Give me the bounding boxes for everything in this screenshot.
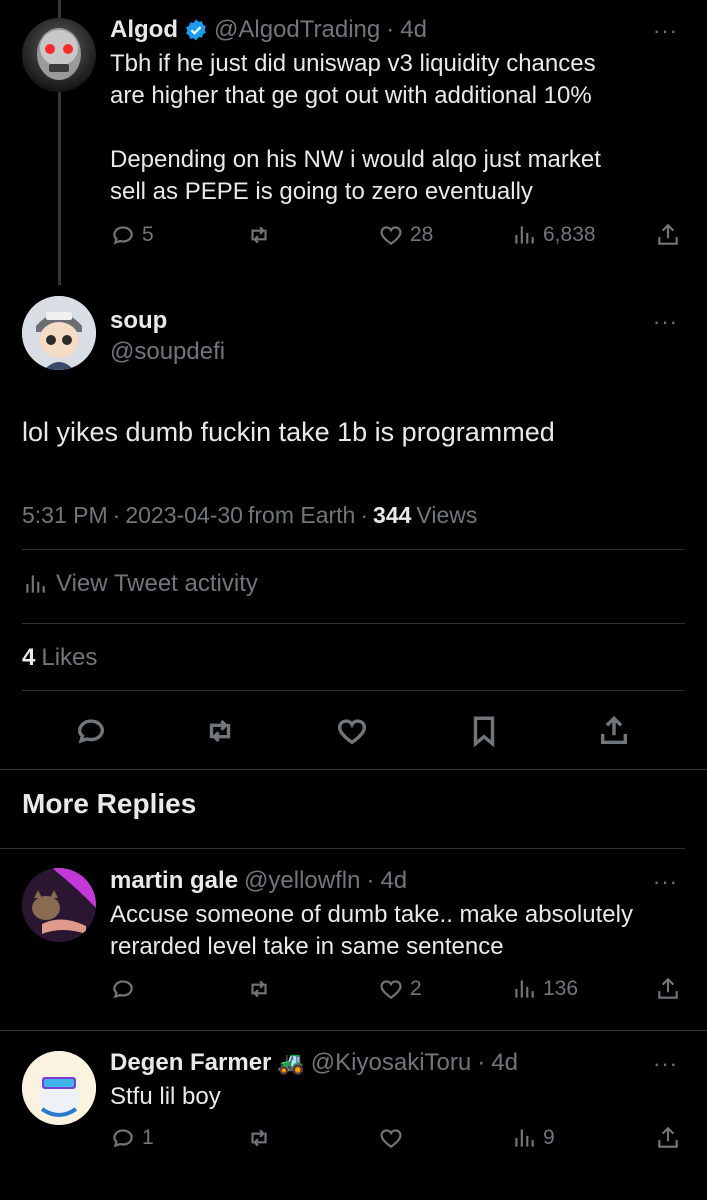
likes-count: 4 [22,644,36,671]
avatar[interactable] [22,296,96,370]
share-button[interactable] [597,714,631,753]
main-tweet-text: lol yikes dumb fuckin take 1b is program… [22,417,555,447]
share-button[interactable] [655,222,681,248]
share-icon [600,715,628,745]
like-button[interactable] [378,1125,410,1151]
bookmark-button[interactable] [467,714,501,753]
share-button[interactable] [655,976,681,1002]
retweet-button[interactable] [246,1125,272,1151]
separator-dot: · [386,16,395,43]
author-name[interactable]: martin gale [110,867,238,895]
tweet-time[interactable]: 4d [491,1049,518,1077]
retweet-icon [251,226,267,244]
views-count: 136 [543,977,579,1000]
reply-button[interactable] [110,976,142,1002]
analytics-icon [515,980,534,998]
divider [22,623,685,624]
avatar[interactable] [22,868,96,942]
reply-text: Stfu lil boy [110,1083,221,1110]
author-name[interactable]: Algod [110,16,178,44]
views-button[interactable]: 9 [511,1125,555,1151]
tweet-text: Tbh if he just did uniswap v3 liquidity … [110,50,601,205]
analytics-icon [515,1129,534,1147]
tweet-source: from Earth [247,502,356,528]
reply-text: Accuse someone of dumb take.. make absol… [110,901,633,960]
cat-avatar-icon [22,868,96,942]
author-handle[interactable]: @yellowfln [244,867,360,895]
more-options-icon[interactable]: ··· [653,1053,678,1075]
more-replies-heading: More Replies [22,788,197,819]
reply-button[interactable]: 1 [110,1125,154,1151]
analytics-icon [26,575,45,593]
like-button[interactable] [335,714,369,753]
separator-dot: · [112,502,121,528]
like-count: 28 [410,223,434,246]
share-icon [658,223,678,245]
reply-icon [113,1129,133,1148]
share-icon [658,977,678,999]
divider [0,1030,707,1031]
reply-icon [113,226,133,245]
tweet-date[interactable]: 2023-04-30 [125,502,243,529]
divider [22,690,685,691]
share-button[interactable] [655,1125,681,1151]
views-button[interactable]: 6,838 [511,222,596,248]
views-label: Views [416,502,478,528]
author-name[interactable]: soup [110,307,167,335]
separator-dot: · [477,1049,486,1076]
share-icon [658,1126,678,1148]
analytics-icon [515,226,534,244]
views-count: 6,838 [543,223,596,246]
retweet-button[interactable] [246,976,272,1002]
author-handle[interactable]: @KiyosakiToru [311,1049,471,1077]
avatar[interactable] [22,18,96,92]
reply-button[interactable] [74,714,108,753]
views-count: 344 [373,502,412,528]
retweet-icon [251,980,267,998]
tweet-time[interactable]: 5:31 PM [22,502,108,529]
reply-count: 1 [142,1126,154,1149]
heart-icon [380,980,402,999]
separator-dot: · [360,502,369,528]
view-activity-label: View Tweet activity [56,570,258,597]
tweet-time[interactable]: 4d [380,867,407,895]
more-options-icon[interactable]: ··· [653,311,678,333]
likes-label: Likes [41,644,98,671]
retweet-button[interactable] [246,222,272,248]
retweet-button[interactable] [203,714,237,753]
view-activity-link[interactable]: View Tweet activity [22,570,258,598]
author-handle[interactable]: @soupdefi [110,338,225,366]
tweet-time[interactable]: 4d [400,16,427,44]
like-button[interactable]: 2 [378,976,422,1002]
retweet-icon [251,1129,267,1147]
separator-dot: · [366,867,375,894]
avatar[interactable] [22,1051,96,1125]
views-button[interactable]: 136 [511,976,578,1002]
anime-avatar-icon [22,296,96,370]
divider [22,549,685,550]
reply-button[interactable]: 5 [110,222,154,248]
author-handle[interactable]: @AlgodTrading [214,16,380,44]
heart-icon [380,1129,402,1148]
likes-summary[interactable]: 4 Likes [22,644,97,672]
author-name[interactable]: Degen Farmer [110,1049,271,1077]
heart-icon [380,226,402,245]
verified-badge-icon [186,19,206,41]
reply-count: 5 [142,223,154,246]
more-options-icon[interactable]: ··· [653,20,678,42]
divider [0,848,685,849]
tractor-emoji: 🚜 [277,1050,305,1075]
like-count: 2 [410,977,422,1000]
reply-icon [113,980,133,999]
divider [0,769,707,770]
character-avatar-icon [22,1051,96,1125]
bookmark-icon [473,716,495,748]
skull-avatar-icon [37,28,81,80]
like-button[interactable]: 28 [378,222,433,248]
heart-icon [337,719,367,745]
reply-icon [77,719,105,744]
views-count: 9 [543,1126,555,1149]
retweet-icon [209,719,231,743]
more-options-icon[interactable]: ··· [653,871,678,893]
